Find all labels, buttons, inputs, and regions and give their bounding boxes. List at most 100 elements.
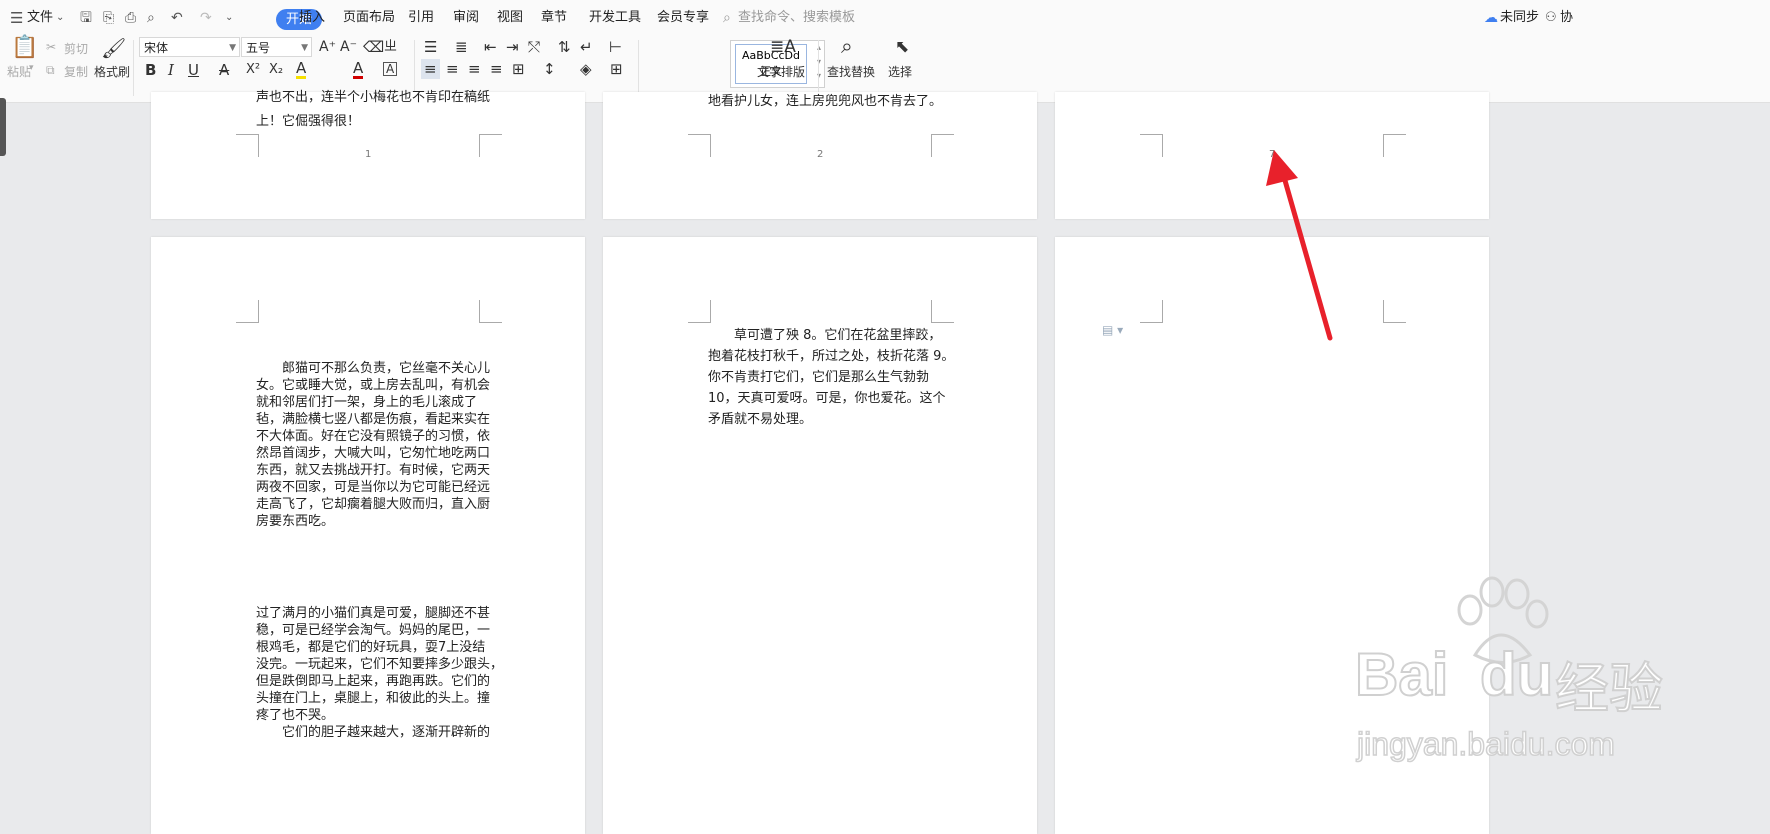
paste-dropdown-icon[interactable]: ▾ [29, 63, 34, 73]
tab-insert[interactable]: 插入 [299, 0, 325, 36]
collaborate-label[interactable]: 协 [1560, 0, 1573, 36]
char-border-button[interactable]: A [383, 62, 398, 76]
superscript-button[interactable]: X² [246, 60, 260, 80]
tab-review[interactable]: 审阅 [453, 0, 479, 36]
text-line: 它们的胆子越来越大，逐渐开辟新的 [256, 725, 491, 740]
text-layout-button[interactable]: 文字排版 [757, 63, 805, 80]
copy-button[interactable]: 复制 [64, 63, 88, 80]
page-number: 2 [817, 149, 824, 160]
file-menu[interactable]: 文件 [27, 0, 53, 36]
undo-icon[interactable]: ↶ [171, 0, 183, 36]
cut-icon[interactable]: ✂ [46, 40, 56, 54]
margin-corner [479, 134, 502, 157]
copy-icon[interactable]: ⧉ [46, 63, 55, 78]
cloud-sync-icon[interactable]: ☁ [1484, 0, 1498, 36]
distribute-icon[interactable]: ⊞ [512, 59, 525, 79]
text-line: 然昂首阔步，大喊大叫，它匆忙地吃两口 [256, 446, 491, 461]
paste-icon[interactable]: 📋 [11, 37, 38, 59]
align-right-icon[interactable]: ≡ [468, 59, 481, 79]
font-size-select[interactable]: 五号 ▼ [241, 37, 312, 57]
format-painter-icon[interactable]: 🖌 [101, 38, 126, 58]
margin-corner [1383, 134, 1406, 157]
highlight-button[interactable]: A [296, 60, 307, 79]
annotation-arrow [1266, 150, 1333, 341]
tab-ruler-icon[interactable]: ⊢ [609, 37, 622, 57]
align-center-icon[interactable]: ≡ [446, 59, 459, 79]
watermark-brand-2: du [1479, 640, 1554, 709]
text-line: 你不肯责打它们，它们是那么生气勃勃 [708, 370, 930, 385]
show-marks-icon[interactable]: ↵ [580, 37, 593, 57]
find-icon[interactable]: ⌕ [841, 36, 853, 57]
side-panel-handle[interactable] [0, 98, 6, 156]
sort-icon[interactable]: ⇅ [558, 37, 571, 57]
chinese-layout-icon[interactable]: ⤲ [528, 37, 540, 57]
text-line: 房要东西吃。 [256, 514, 335, 529]
shading-icon[interactable]: ◈ [580, 59, 592, 79]
paste-button[interactable]: 粘贴 [7, 63, 31, 80]
tab-member[interactable]: 会员专享 [657, 0, 709, 36]
clear-format-icon[interactable]: ⌫ [363, 37, 384, 57]
numbered-list-icon[interactable]: ≣ [455, 37, 468, 57]
italic-button[interactable]: I [168, 60, 174, 80]
subscript-button[interactable]: X₂ [269, 60, 283, 80]
tab-references[interactable]: 引用 [408, 0, 434, 36]
underline-button[interactable]: U [188, 60, 199, 80]
decrease-indent-icon[interactable]: ⇤ [484, 37, 497, 57]
increase-font-icon[interactable]: A⁺ [319, 37, 336, 57]
arrow-head [1266, 150, 1298, 186]
paragraph: 过了满月的小猫们真是可爱，腿脚还不甚 稳，可是已经学会淘气。妈妈的尾巴，一 根鸡… [256, 605, 503, 724]
ribbon-separator [818, 40, 819, 96]
tab-view[interactable]: 视图 [497, 0, 523, 36]
font-color-button[interactable]: A [353, 60, 364, 79]
bullet-list-icon[interactable]: ☰ [424, 37, 437, 57]
cut-button[interactable]: 剪切 [64, 40, 88, 57]
strikethrough-button[interactable]: A [219, 60, 229, 80]
export-pdf-icon[interactable]: ⎘ [103, 0, 114, 36]
command-search-input[interactable]: 查找命令、搜索模板 [738, 0, 855, 36]
select-button[interactable]: 选择 [888, 63, 912, 80]
paste-options-icon[interactable]: ▤ ▾ [1102, 323, 1123, 337]
font-name-select[interactable]: 宋体 ▼ [139, 37, 240, 57]
line-spacing-icon[interactable]: ↕ [543, 59, 556, 79]
decrease-font-icon[interactable]: A⁻ [340, 37, 357, 57]
text-line: 毡，满脸横七竖八都是伤痕，看起来实在 [256, 412, 491, 427]
text-line: 草可遭了殃 8。它们在花盆里摔跤， [708, 328, 942, 343]
increase-indent-icon[interactable]: ⇥ [506, 37, 519, 57]
quick-access-more-icon[interactable]: ⌄ [225, 0, 233, 36]
print-icon[interactable]: ⎙ [125, 0, 136, 36]
text-line: 根鸡毛，都是它们的好玩具，耍7上没结 [256, 640, 486, 655]
watermark-brand: Bai [1354, 640, 1449, 709]
text-line: 10，天真可爱呀。可是，你也爱花。这个 [708, 391, 946, 406]
sync-status[interactable]: 未同步 [1500, 0, 1539, 36]
justify-icon[interactable]: ≡ [490, 59, 503, 79]
collaborate-icon[interactable]: ⚇ [1545, 0, 1557, 36]
tab-page-layout[interactable]: 页面布局 [343, 0, 395, 36]
page-number: 1 [365, 149, 372, 160]
text-line: 稳，可是已经学会淘气。妈妈的尾巴，一 [256, 623, 491, 638]
tab-developer[interactable]: 开发工具 [589, 0, 641, 36]
redo-icon[interactable]: ↷ [200, 0, 212, 36]
chevron-down-icon[interactable]: ⌄ [56, 0, 64, 36]
baidu-jingyan-watermark: Bai du 经验 jingyan.baidu.com [1354, 576, 1765, 800]
page-1: 声也不出，连半个小梅花也不肯印在稿纸 上！它倔强得很！ 1 [151, 90, 585, 219]
borders-icon[interactable]: ⊞ [610, 59, 623, 79]
margin-corner [236, 300, 259, 323]
print-preview-icon[interactable]: ⌕ [147, 0, 155, 36]
select-cursor-icon[interactable]: ⬉ [895, 37, 909, 57]
phonetic-guide-icon[interactable]: ㄓ [384, 37, 397, 57]
tab-section[interactable]: 章节 [541, 0, 567, 36]
paragraph: 它们的胆子越来越大，逐渐开辟新的 [256, 724, 490, 741]
watermark-url: jingyan.baidu.com [1356, 725, 1615, 763]
text-line: 疼了也不哭。 [256, 708, 335, 723]
text-line: 地看护儿女，连上房兜兜风也不肯去了。 [708, 94, 943, 109]
text-line: 但是跌倒即马上起来，再跑再跌。它们的 [256, 674, 491, 689]
page-2: 地看护儿女，连上房兜兜风也不肯去了。 2 [603, 92, 1037, 219]
save-icon[interactable]: 🖫 [80, 0, 92, 36]
text-layout-icon[interactable]: ≣A [770, 37, 796, 57]
find-replace-button[interactable]: 查找替换 [827, 63, 875, 80]
hamburger-menu-icon[interactable]: ☰ [10, 0, 23, 36]
format-painter-button[interactable]: 格式刷 [94, 63, 130, 80]
bold-button[interactable]: B [145, 60, 156, 80]
search-icon[interactable]: ⌕ [723, 0, 731, 36]
align-left-icon[interactable]: ≡ [421, 59, 440, 79]
